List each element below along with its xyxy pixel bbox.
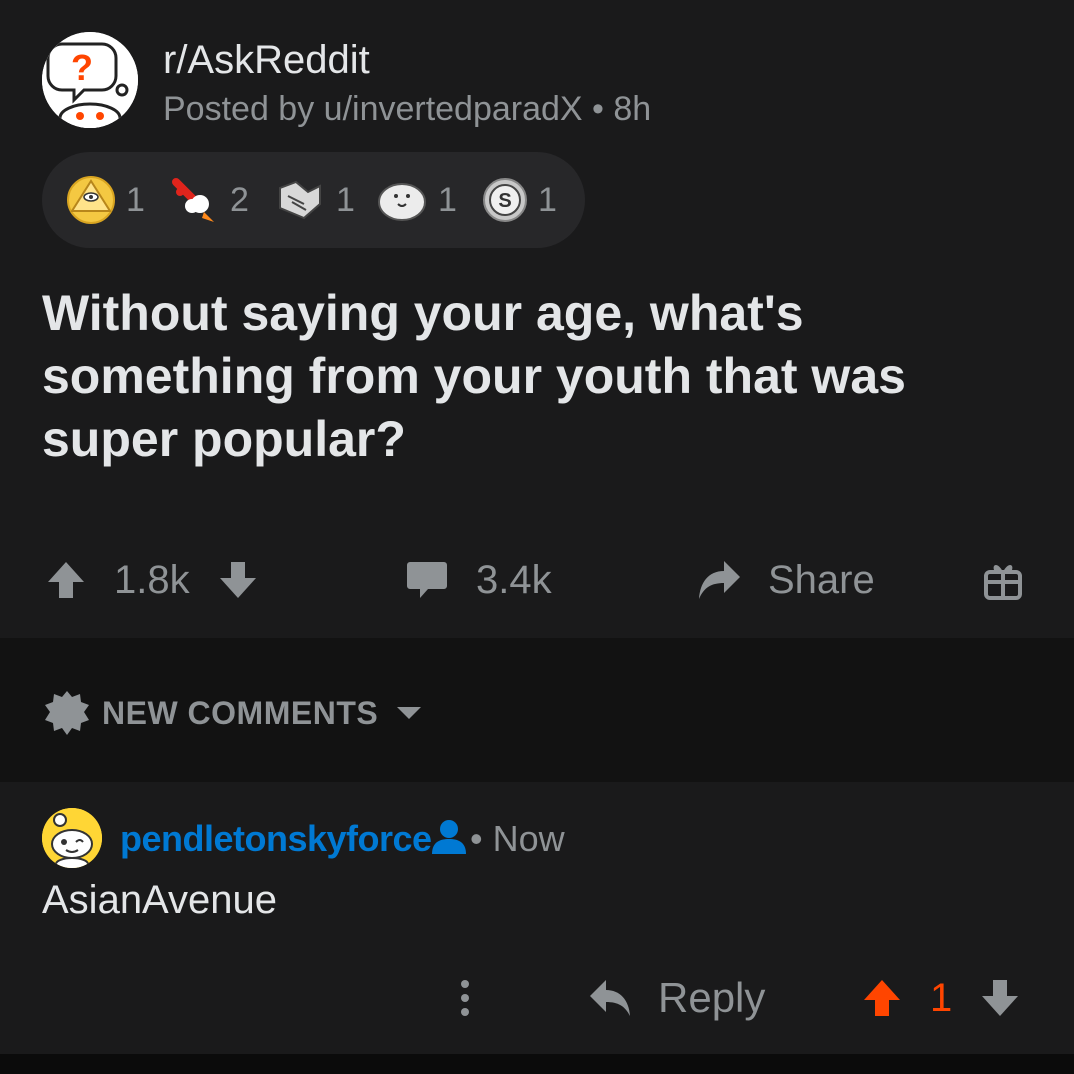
comment-action-bar: Reply 1: [0, 960, 1074, 1036]
award-count: 2: [230, 180, 249, 219]
all-seeing-upvote-icon: [67, 176, 115, 224]
chevron-down-icon: [397, 707, 422, 719]
op-user-icon: [432, 820, 466, 854]
upvote-arrow-icon[interactable]: [46, 560, 86, 600]
sort-dropdown[interactable]: NEW COMMENTS: [44, 690, 422, 736]
snoo-avatar-icon: [42, 808, 102, 868]
give-award-button[interactable]: [984, 540, 1022, 620]
comment-bubble-icon: [407, 562, 447, 598]
comment-vote-group: 1: [862, 960, 1020, 1036]
gift-icon: [984, 565, 1022, 600]
award-count: 1: [538, 180, 557, 219]
vote-group: 1.8k: [46, 540, 258, 620]
bravo-handshake-icon: [279, 180, 321, 220]
upvote-arrow-active-icon[interactable]: [862, 978, 902, 1018]
award-item[interactable]: S 1: [482, 172, 557, 228]
reply-button[interactable]: Reply: [588, 960, 765, 1036]
upvote-count: 1.8k: [114, 557, 190, 602]
share-arrow-icon: [699, 561, 740, 599]
seal-icon: [378, 183, 426, 221]
post-title[interactable]: Without saying your age, what's somethin…: [42, 282, 1032, 471]
more-options-icon: [461, 980, 469, 1016]
downvote-arrow-icon[interactable]: [980, 978, 1020, 1018]
divider: [0, 1054, 1074, 1074]
downvote-arrow-icon[interactable]: [218, 560, 258, 600]
comment-timestamp: • Now: [470, 818, 565, 859]
svg-text:?: ?: [71, 47, 93, 88]
award-item[interactable]: 1: [274, 172, 355, 228]
subreddit-name[interactable]: r/AskReddit: [163, 38, 370, 83]
post-action-bar: 1.8k 3.4k Share: [0, 540, 1074, 620]
share-label: Share: [768, 557, 875, 602]
award-item[interactable]: 2: [168, 172, 249, 228]
reply-arrow-icon: [590, 980, 630, 1016]
award-item[interactable]: 1: [66, 172, 145, 228]
comment-count: 3.4k: [476, 557, 552, 602]
commenter-avatar[interactable]: [42, 808, 102, 868]
comment-score: 1: [930, 975, 953, 1020]
rocket-like-icon: [172, 178, 214, 222]
comment-body: AsianAvenue: [42, 878, 277, 922]
comments-button[interactable]: 3.4k: [406, 540, 552, 620]
reply-label: Reply: [658, 974, 766, 1021]
sort-label: NEW COMMENTS: [102, 694, 379, 731]
post-author-meta[interactable]: Posted by u/invertedparadX • 8h: [163, 90, 651, 129]
award-item[interactable]: 1: [376, 172, 457, 228]
new-badge-icon: [45, 691, 89, 735]
subreddit-avatar[interactable]: ?: [42, 32, 138, 128]
awards-bar[interactable]: 1 2 1 1 S 1: [42, 152, 585, 248]
commenter-username[interactable]: pendletonskyforce: [120, 818, 432, 860]
award-count: 1: [126, 180, 145, 219]
share-button[interactable]: Share: [696, 540, 875, 620]
award-count: 1: [336, 180, 355, 219]
askreddit-logo-icon: ?: [42, 32, 138, 128]
award-count: 1: [438, 180, 457, 219]
comment-more-button[interactable]: [450, 960, 480, 1036]
svg-text:S: S: [498, 190, 511, 212]
silver-coin-icon: S: [483, 178, 527, 222]
